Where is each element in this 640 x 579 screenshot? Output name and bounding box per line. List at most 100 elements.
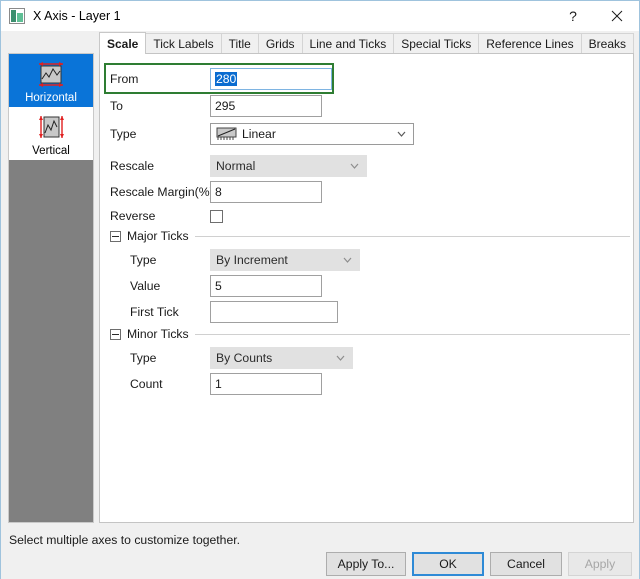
collapse-icon[interactable] <box>110 328 121 340</box>
help-button[interactable]: ? <box>551 1 595 31</box>
to-input-value: 295 <box>215 99 236 113</box>
tab-label: Tick Labels <box>153 37 214 51</box>
row-major-ticks-first-tick: First Tick <box>130 300 550 324</box>
title-bar-buttons: ? <box>551 1 639 31</box>
cancel-button[interactable]: Cancel <box>490 552 562 576</box>
rescale-margin-input[interactable]: 8 <box>210 181 322 203</box>
ok-button[interactable]: OK <box>412 552 484 576</box>
reverse-checkbox[interactable] <box>210 209 223 223</box>
sidebar-item-label: Vertical <box>32 144 70 157</box>
chevron-down-icon <box>343 257 352 263</box>
scale-settings-panel: From 280 To 295 Type Linear Rescale Norm… <box>99 53 634 523</box>
row-from: From 280 <box>110 67 530 91</box>
rescale-margin-value: 8 <box>215 185 222 199</box>
minor-ticks-label: Minor Ticks <box>127 327 189 341</box>
axis-list: Horizontal Vertical <box>9 54 93 160</box>
tab-strip: Scale Tick Labels Title Grids Line and T… <box>99 32 635 54</box>
from-input[interactable]: 280 <box>210 68 332 90</box>
apply-button: Apply <box>568 552 632 576</box>
major-ticks-value-input[interactable]: 5 <box>210 275 322 297</box>
from-input-value: 280 <box>215 72 238 86</box>
row-minor-ticks-type: Type By Counts <box>130 346 550 370</box>
from-label: From <box>110 72 139 86</box>
tab-label: Scale <box>107 36 139 51</box>
rescale-dropdown-value: Normal <box>216 159 256 173</box>
axis-selector-sidebar: Horizontal Vertical <box>8 53 94 523</box>
major-ticks-type-dropdown[interactable]: By Increment <box>210 249 360 271</box>
major-ticks-group-header[interactable]: Major Ticks <box>110 228 630 244</box>
axis-graph-icon <box>9 8 25 24</box>
chevron-down-icon <box>397 131 406 137</box>
horizontal-axis-icon <box>29 60 73 90</box>
row-reverse: Reverse <box>110 204 530 228</box>
row-to: To 295 <box>110 94 530 118</box>
type-dropdown[interactable]: Linear <box>210 123 414 145</box>
type-label: Type <box>110 127 137 141</box>
major-ticks-label: Major Ticks <box>127 229 189 243</box>
close-icon <box>611 10 623 22</box>
reverse-label: Reverse <box>110 209 156 223</box>
row-rescale-margin: Rescale Margin(%) 8 <box>110 180 530 204</box>
major-ticks-type-value: By Increment <box>216 253 288 267</box>
apply-to-label: Apply To... <box>337 557 395 571</box>
first-tick-label: First Tick <box>130 305 179 319</box>
row-major-ticks-value: Value 5 <box>130 274 550 298</box>
tab-breaks[interactable]: Breaks <box>580 33 635 54</box>
close-button[interactable] <box>595 1 639 31</box>
minor-ticks-count-value: 1 <box>215 377 222 391</box>
ok-label: OK <box>439 557 457 571</box>
axis-dialog-window: X Axis - Layer 1 ? Scale Tick Labels Tit… <box>0 0 640 579</box>
row-rescale: Rescale Normal <box>110 154 530 178</box>
type-dropdown-value: Linear <box>242 127 276 141</box>
major-ticks-value-text: 5 <box>215 279 222 293</box>
minor-ticks-count-label: Count <box>130 377 163 391</box>
tab-grids[interactable]: Grids <box>257 33 303 54</box>
minor-ticks-type-value: By Counts <box>216 351 273 365</box>
chevron-down-icon <box>350 163 359 169</box>
tab-label: Breaks <box>588 37 627 51</box>
group-divider <box>194 235 630 237</box>
tab-title[interactable]: Title <box>220 33 259 54</box>
tab-special-ticks[interactable]: Special Ticks <box>393 33 480 54</box>
row-major-ticks-type: Type By Increment <box>130 248 550 272</box>
sidebar-item-label: Horizontal <box>25 91 77 104</box>
vertical-axis-icon <box>29 113 73 143</box>
tab-tick-labels[interactable]: Tick Labels <box>145 33 222 54</box>
title-bar: X Axis - Layer 1 ? <box>1 1 639 31</box>
chevron-down-icon <box>336 355 345 361</box>
first-tick-input[interactable] <box>210 301 338 323</box>
sidebar-item-horizontal[interactable]: Horizontal <box>9 54 93 107</box>
to-input[interactable]: 295 <box>210 95 322 117</box>
rescale-dropdown[interactable]: Normal <box>210 155 367 177</box>
tab-reference-lines[interactable]: Reference Lines <box>478 33 582 54</box>
window-title: X Axis - Layer 1 <box>33 9 121 23</box>
group-divider <box>194 333 630 335</box>
row-type: Type Linear <box>110 122 530 146</box>
sidebar-item-vertical[interactable]: Vertical <box>9 107 93 160</box>
tab-line-and-ticks[interactable]: Line and Ticks <box>301 33 395 54</box>
minor-ticks-group-header[interactable]: Minor Ticks <box>110 326 630 342</box>
row-minor-ticks-count: Count 1 <box>130 372 550 396</box>
tab-label: Title <box>228 37 251 51</box>
dialog-button-bar: Apply To... OK Cancel Apply <box>1 549 639 579</box>
cancel-label: Cancel <box>507 557 545 571</box>
collapse-icon[interactable] <box>110 230 121 242</box>
linear-scale-icon <box>216 127 237 141</box>
rescale-margin-label: Rescale Margin(%) <box>110 185 214 199</box>
tab-scale[interactable]: Scale <box>99 32 147 54</box>
tab-label: Line and Ticks <box>309 37 387 51</box>
rescale-label: Rescale <box>110 159 155 173</box>
tab-label: Reference Lines <box>486 37 574 51</box>
apply-to-button[interactable]: Apply To... <box>326 552 406 576</box>
minor-ticks-type-dropdown[interactable]: By Counts <box>210 347 353 369</box>
minor-ticks-count-input[interactable]: 1 <box>210 373 322 395</box>
tab-label: Grids <box>265 37 295 51</box>
tab-label: Special Ticks <box>401 37 472 51</box>
help-icon: ? <box>569 8 577 24</box>
status-message: Select multiple axes to customize togeth… <box>9 533 241 547</box>
minor-ticks-type-label: Type <box>130 351 157 365</box>
to-label: To <box>110 99 123 113</box>
apply-label: Apply <box>584 557 616 571</box>
major-ticks-value-label: Value <box>130 279 161 293</box>
major-ticks-type-label: Type <box>130 253 157 267</box>
